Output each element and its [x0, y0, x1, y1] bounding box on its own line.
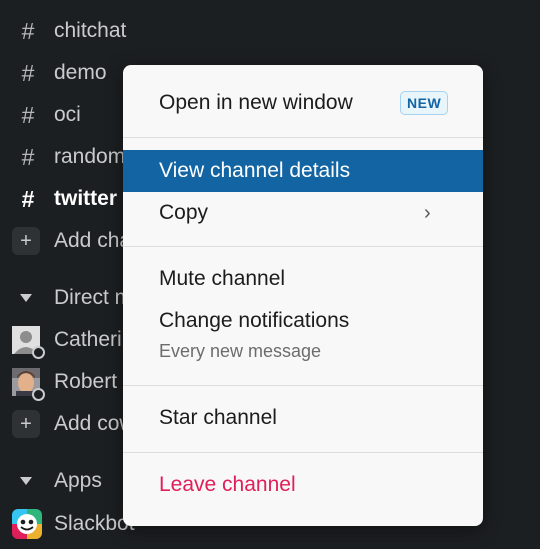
menu-item-label: Star channel	[159, 406, 277, 429]
chevron-right-icon: ›	[424, 201, 431, 224]
hash-icon: #	[21, 185, 35, 212]
channel-label: demo	[54, 61, 107, 84]
menu-item-label: Open in new window	[159, 91, 353, 114]
hash-icon: #	[21, 17, 35, 44]
presence-away-icon	[32, 346, 45, 359]
caret-down-icon	[20, 294, 32, 302]
channel-label: twitter	[54, 187, 117, 210]
avatar	[12, 368, 45, 401]
new-badge: NEW	[400, 91, 449, 115]
menu-divider	[123, 137, 483, 138]
star-channel-item[interactable]: Star channel	[123, 397, 483, 439]
hash-icon: #	[21, 143, 35, 170]
dm-label: Robert	[54, 370, 118, 393]
slackbot-icon	[12, 509, 42, 539]
menu-divider	[123, 385, 483, 386]
copy-item[interactable]: Copy ›	[123, 192, 483, 234]
avatar	[12, 326, 45, 359]
open-in-new-window-item[interactable]: Open in new window NEW	[123, 82, 483, 124]
menu-divider	[123, 246, 483, 247]
hash-icon: #	[21, 59, 35, 86]
hash-icon: #	[21, 101, 35, 128]
menu-item-label: View channel details	[159, 159, 351, 182]
channel-context-menu: Open in new window NEW View channel deta…	[123, 65, 483, 526]
slack-window: # chitchat # demo # oci # random # twitt…	[0, 0, 540, 549]
mute-channel-item[interactable]: Mute channel	[123, 258, 483, 300]
channel-label: oci	[54, 103, 81, 126]
channel-item-chitchat[interactable]: # chitchat	[0, 10, 540, 52]
caret-down-icon	[20, 477, 32, 485]
section-label: Apps	[54, 469, 102, 492]
view-channel-details-item[interactable]: View channel details	[123, 150, 483, 192]
change-notifications-item[interactable]: Change notifications Every new message	[123, 300, 483, 370]
channel-label: chitchat	[54, 19, 127, 42]
plus-icon: +	[12, 227, 40, 255]
leave-channel-item[interactable]: Leave channel	[123, 464, 483, 506]
notifications-current-value: Every new message	[159, 341, 322, 361]
menu-item-label: Mute channel	[159, 267, 286, 290]
menu-item-label: Copy	[159, 201, 209, 224]
channel-label: random	[54, 145, 126, 168]
plus-icon: +	[12, 410, 40, 438]
menu-item-label: Change notifications	[159, 309, 350, 332]
menu-divider	[123, 452, 483, 453]
menu-item-label: Leave channel	[159, 473, 296, 496]
presence-away-icon	[32, 388, 45, 401]
